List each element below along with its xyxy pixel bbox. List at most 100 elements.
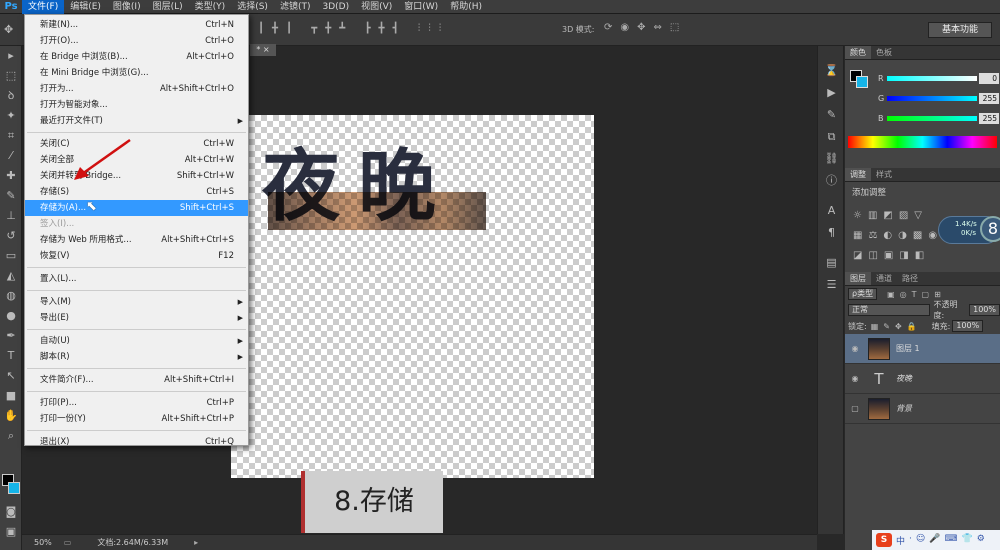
ime-item[interactable]: 中	[896, 534, 905, 547]
bucket-tool-icon[interactable]: ◭	[0, 266, 22, 286]
panel-tab[interactable]: 样式	[871, 168, 897, 181]
opacity-input[interactable]: 100%	[969, 304, 1000, 316]
channel-r-value[interactable]: 0	[979, 73, 999, 84]
quick-mask-icon[interactable]: ◙	[0, 502, 22, 522]
workspace-button[interactable]: 基本功能	[928, 22, 992, 38]
menu-5[interactable]: 选择(S)	[231, 0, 274, 14]
file-menu-item[interactable]: 导出(E) ▶	[25, 310, 248, 326]
file-menu-item[interactable]: 存储为(A)... Shift+Ctrl+S	[25, 200, 248, 216]
layer-name[interactable]: 背景	[896, 403, 912, 414]
move-tool-icon[interactable]: ▸	[0, 46, 22, 66]
panel-tab[interactable]: 调整	[845, 168, 871, 181]
file-menu-item[interactable]: 关闭并转到 Bridge... Shift+Ctrl+W	[25, 168, 248, 184]
lock-icons[interactable]: ▦✎✥🔒	[871, 322, 922, 331]
ime-item[interactable]: ⚙	[977, 534, 985, 547]
channel-g-slider[interactable]	[887, 96, 977, 101]
menu-6[interactable]: 滤镜(T)	[274, 0, 317, 14]
notes-panel-icon[interactable]: ▤	[818, 252, 845, 274]
file-menu-item[interactable]: 关闭(C) Ctrl+W	[25, 136, 248, 152]
move-tool-icon[interactable]: ✥	[4, 23, 13, 36]
file-menu-item[interactable]: 打印(P)... Ctrl+P	[25, 395, 248, 411]
file-menu-item[interactable]: 导入(M) ▶	[25, 294, 248, 310]
layer-row[interactable]: ◉ 图层 1	[845, 334, 1000, 364]
layer-name[interactable]: 图层 1	[896, 343, 920, 354]
quick-select-tool-icon[interactable]: ✦	[0, 106, 22, 126]
channel-r-slider[interactable]	[887, 76, 977, 81]
adjustment-icons-row-1[interactable]: ☼▥◩▨▽	[853, 210, 928, 221]
eraser-tool-icon[interactable]: ▭	[0, 246, 22, 266]
healing-tool-icon[interactable]: ✚	[0, 166, 22, 186]
layer-filter-select[interactable]: ρ类型	[848, 288, 878, 300]
file-menu-item[interactable]: 打印一份(Y) Alt+Shift+Ctrl+P	[25, 411, 248, 427]
ime-item[interactable]: ·	[909, 534, 912, 547]
panel-tab[interactable]: 颜色	[845, 46, 871, 59]
file-menu-item[interactable]: 恢复(V) F12	[25, 248, 248, 264]
align-icons[interactable]: ┃╋┃ ┳╋┻ ┣╋┫ ⫶⫶⫶	[258, 23, 449, 34]
file-menu-item[interactable]: 在 Mini Bridge 中浏览(G)...	[25, 65, 248, 81]
file-menu-item[interactable]: 存储(S) Ctrl+S	[25, 184, 248, 200]
dodge-tool-icon[interactable]: ●	[0, 306, 22, 326]
clone-source-icon[interactable]: ⧉	[818, 126, 845, 148]
color-spectrum[interactable]	[848, 136, 997, 148]
shape-tool-icon[interactable]: ■	[0, 386, 22, 406]
panel-tab[interactable]: 色板	[871, 46, 897, 59]
menu-10[interactable]: 帮助(H)	[444, 0, 488, 14]
marquee-tool-icon[interactable]: ⬚	[0, 66, 22, 86]
file-menu-item[interactable]: 文件简介(F)... Alt+Shift+Ctrl+I	[25, 372, 248, 388]
channel-b-slider[interactable]	[887, 116, 977, 121]
filter-icons[interactable]: ▣◎T▢⊞	[887, 290, 946, 299]
screen-mode-icon[interactable]: ▣	[0, 522, 22, 542]
ime-item[interactable]: 👕	[962, 534, 973, 547]
info-panel-icon[interactable]: ⓘ	[818, 170, 845, 192]
visibility-eye-icon[interactable]: ▢	[845, 404, 865, 413]
crop-tool-icon[interactable]: ⌗	[0, 126, 22, 146]
file-menu-item[interactable]: 打开为... Alt+Shift+Ctrl+O	[25, 81, 248, 97]
fill-input[interactable]: 100%	[952, 320, 984, 332]
brush-tool-icon[interactable]: ✎	[0, 186, 22, 206]
hand-tool-icon[interactable]: ✋	[0, 406, 22, 426]
path-select-tool-icon[interactable]: ↖	[0, 366, 22, 386]
blend-mode-select[interactable]: 正常	[848, 304, 930, 316]
file-menu-item[interactable]: 退出(X) Ctrl+Q	[25, 434, 248, 450]
file-menu-item[interactable]: 存储为 Web 所用格式... Alt+Shift+Ctrl+S	[25, 232, 248, 248]
menu-4[interactable]: 类型(Y)	[189, 0, 232, 14]
file-menu-item[interactable]: 脚本(R) ▶	[25, 349, 248, 365]
history-brush-icon[interactable]: ↺	[0, 226, 22, 246]
zoom-tool-icon[interactable]: ⌕	[0, 426, 22, 446]
3d-tool-icons[interactable]: ⟳◉✥⇔⬚	[604, 22, 687, 33]
menu-0[interactable]: 文件(F)	[22, 0, 65, 14]
panel-tab[interactable]: 图层	[845, 272, 871, 285]
zoom-level[interactable]: 50%	[22, 538, 64, 547]
actions-panel-icon[interactable]: ▶	[818, 82, 845, 104]
file-menu-item[interactable]: 在 Bridge 中浏览(B)... Alt+Ctrl+O	[25, 49, 248, 65]
visibility-eye-icon[interactable]: ◉	[845, 374, 865, 383]
document-tab[interactable]: * ×	[250, 44, 276, 56]
file-menu-item[interactable]: 新建(N)... Ctrl+N	[25, 17, 248, 33]
background-color-swatch[interactable]	[8, 482, 20, 494]
eyedropper-tool-icon[interactable]: ⁄	[0, 146, 22, 166]
paragraph-panel-icon[interactable]: ¶	[818, 222, 845, 244]
ime-item[interactable]: ☺	[916, 534, 925, 547]
lasso-tool-icon[interactable]: ꝺ	[0, 86, 22, 106]
file-menu-item[interactable]: 置入(L)...	[25, 271, 248, 287]
file-menu-item[interactable]: 打开(O)... Ctrl+O	[25, 33, 248, 49]
status-arrow-icon[interactable]: ▸	[194, 538, 198, 547]
file-menu-item[interactable]: 自动(U) ▶	[25, 333, 248, 349]
ime-item[interactable]: ⌨	[945, 534, 958, 547]
sogou-logo[interactable]: S	[876, 533, 892, 547]
file-menu-item[interactable]: 最近打开文件(T) ▶	[25, 113, 248, 129]
menu-8[interactable]: 视图(V)	[355, 0, 398, 14]
menu-3[interactable]: 图层(L)	[147, 0, 189, 14]
type-tool-icon[interactable]: T	[0, 346, 22, 366]
menu-2[interactable]: 图像(I)	[107, 0, 147, 14]
channel-g-value[interactable]: 255	[979, 93, 999, 104]
file-menu-item[interactable]: 打开为智能对象...	[25, 97, 248, 113]
properties-panel-icon[interactable]: ☰	[818, 274, 845, 296]
file-menu-item[interactable]: 关闭全部 Alt+Ctrl+W	[25, 152, 248, 168]
channel-b-value[interactable]: 255	[979, 113, 999, 124]
menu-1[interactable]: 编辑(E)	[64, 0, 107, 14]
visibility-eye-icon[interactable]: ◉	[845, 344, 865, 353]
menu-7[interactable]: 3D(D)	[316, 0, 355, 14]
layer-row[interactable]: ▢ 背景	[845, 394, 1000, 424]
pen-tool-icon[interactable]: ✒	[0, 326, 22, 346]
